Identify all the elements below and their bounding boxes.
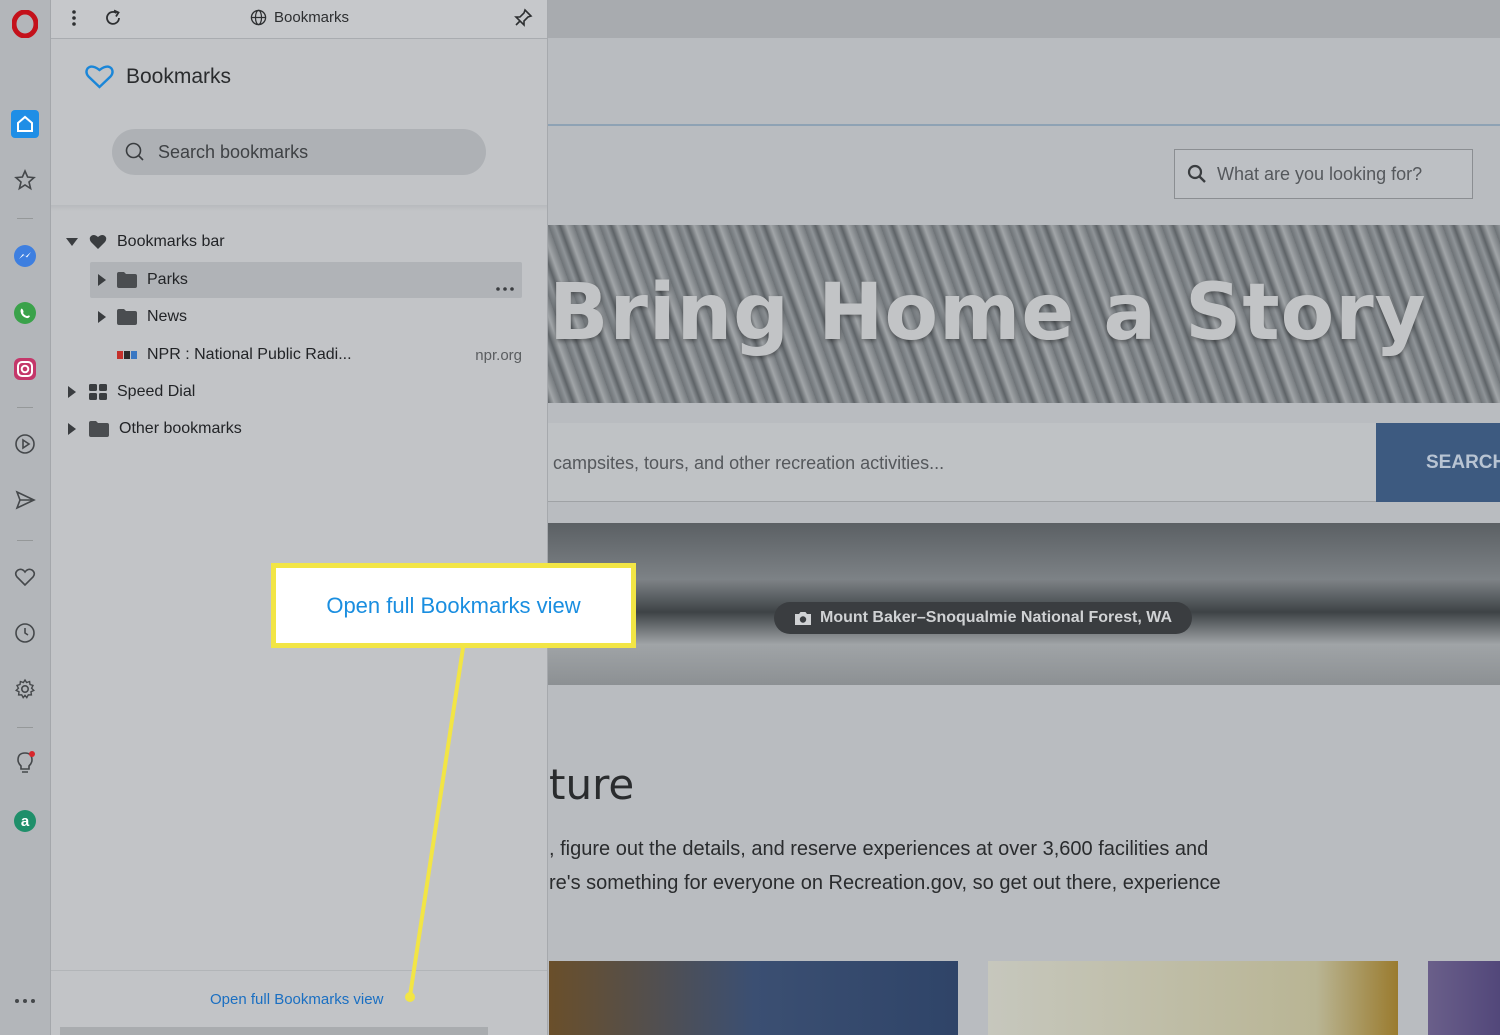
recreation-search-placeholder: campsites, tours, and other recreation a… <box>553 453 945 473</box>
open-full-bookmarks-link[interactable]: Open full Bookmarks view <box>210 991 383 1008</box>
panel-heading: Bookmarks <box>85 64 231 90</box>
section-paragraph: , figure out the details, and reserve ex… <box>549 832 1221 900</box>
tree-item-other-bookmarks[interactable]: Other bookmarks <box>65 411 525 447</box>
pin-icon[interactable] <box>513 8 533 33</box>
feature-card[interactable] <box>549 961 958 1035</box>
star-icon[interactable] <box>11 166 39 194</box>
more-icon[interactable] <box>11 987 39 1015</box>
npr-favicon-icon <box>117 351 137 359</box>
send-icon[interactable] <box>11 486 39 514</box>
tree-item-label: Bookmarks bar <box>117 233 225 250</box>
caret-right-icon[interactable] <box>65 386 79 398</box>
history-icon[interactable] <box>11 619 39 647</box>
bookmark-url: npr.org <box>475 347 522 364</box>
panel-toolbar: Bookmarks <box>51 0 547 39</box>
tree-item-bookmarks-bar[interactable]: Bookmarks bar <box>65 224 525 260</box>
tree-item-speed-dial[interactable]: Speed Dial <box>65 374 525 410</box>
site-search-placeholder: What are you looking for? <box>1217 163 1423 184</box>
caret-right-icon[interactable] <box>95 311 109 323</box>
rail-divider <box>17 727 33 728</box>
feature-card[interactable] <box>988 961 1398 1035</box>
menu-icon[interactable] <box>65 8 83 33</box>
folder-icon <box>89 421 109 437</box>
tree-item-label: Parks <box>147 271 188 288</box>
tree-item-news[interactable]: News <box>90 299 522 335</box>
messenger-icon[interactable] <box>11 242 39 270</box>
bookmarks-search-input[interactable]: Search bookmarks <box>112 129 486 175</box>
folder-icon <box>117 309 137 325</box>
heart-filled-icon <box>89 234 107 249</box>
section-heading: ture <box>549 760 635 809</box>
globe-icon <box>250 9 267 26</box>
caret-right-icon[interactable] <box>95 274 109 286</box>
panel-title: Bookmarks <box>126 65 232 88</box>
horizontal-scrollbar[interactable] <box>60 1027 488 1035</box>
feature-card[interactable] <box>1428 961 1500 1035</box>
rail-divider <box>17 540 33 541</box>
panel-toolbar-title: Bookmarks <box>250 9 349 26</box>
more-options-icon[interactable] <box>496 278 514 296</box>
home-icon[interactable] <box>11 110 39 138</box>
heart-icon[interactable] <box>11 563 39 591</box>
rail-divider <box>17 407 33 408</box>
folder-icon <box>117 272 137 288</box>
tree-item-npr[interactable]: NPR : National Public Radi... <box>117 337 517 373</box>
photo-caption: Mount Baker–Snoqualmie National Forest, … <box>774 602 1193 634</box>
panel-toolbar-title-text: Bookmarks <box>274 9 350 26</box>
lightbulb-icon[interactable] <box>11 749 39 777</box>
site-search-input[interactable]: What are you looking for? <box>1174 149 1473 199</box>
tree-item-label: News <box>147 308 188 325</box>
instagram-icon[interactable] <box>11 355 39 383</box>
speed-dial-icon <box>89 384 107 400</box>
tree-item-parks[interactable]: Parks <box>90 262 522 298</box>
heart-icon <box>85 65 114 89</box>
hero-title: Bring Home a Story <box>549 268 1427 358</box>
opera-sidebar: a <box>0 0 51 1035</box>
rail-divider <box>17 218 33 219</box>
paragraph-line: , figure out the details, and reserve ex… <box>549 838 1209 860</box>
camera-icon <box>795 611 811 625</box>
panel-divider <box>51 205 547 211</box>
tree-item-label: Speed Dial <box>117 383 196 400</box>
callout-text: Open full Bookmarks view <box>326 592 581 618</box>
tree-item-label: Other bookmarks <box>119 420 242 437</box>
caret-down-icon[interactable] <box>65 238 79 246</box>
search-icon <box>1187 164 1206 183</box>
settings-icon[interactable] <box>11 675 39 703</box>
aria-icon[interactable]: a <box>11 807 39 835</box>
bookmarks-search-placeholder: Search bookmarks <box>158 141 309 162</box>
tree-item-label: NPR : National Public Radi... <box>147 346 352 363</box>
recreation-search-button[interactable]: SEARCH <box>1376 423 1500 502</box>
bookmarks-panel: Bookmarks Bookmarks Search bookmarks Boo… <box>51 0 548 1035</box>
photo-caption-text: Mount Baker–Snoqualmie National Forest, … <box>820 609 1173 626</box>
svg-text:a: a <box>21 813 30 830</box>
search-icon <box>125 142 144 161</box>
player-icon[interactable] <box>11 430 39 458</box>
caret-right-icon[interactable] <box>65 423 79 435</box>
whatsapp-icon[interactable] <box>11 299 39 327</box>
paragraph-line: re's something for everyone on Recreatio… <box>549 872 1221 894</box>
reload-icon[interactable] <box>103 8 123 33</box>
opera-logo-icon[interactable] <box>11 10 39 38</box>
callout-box: Open full Bookmarks view <box>271 563 636 648</box>
